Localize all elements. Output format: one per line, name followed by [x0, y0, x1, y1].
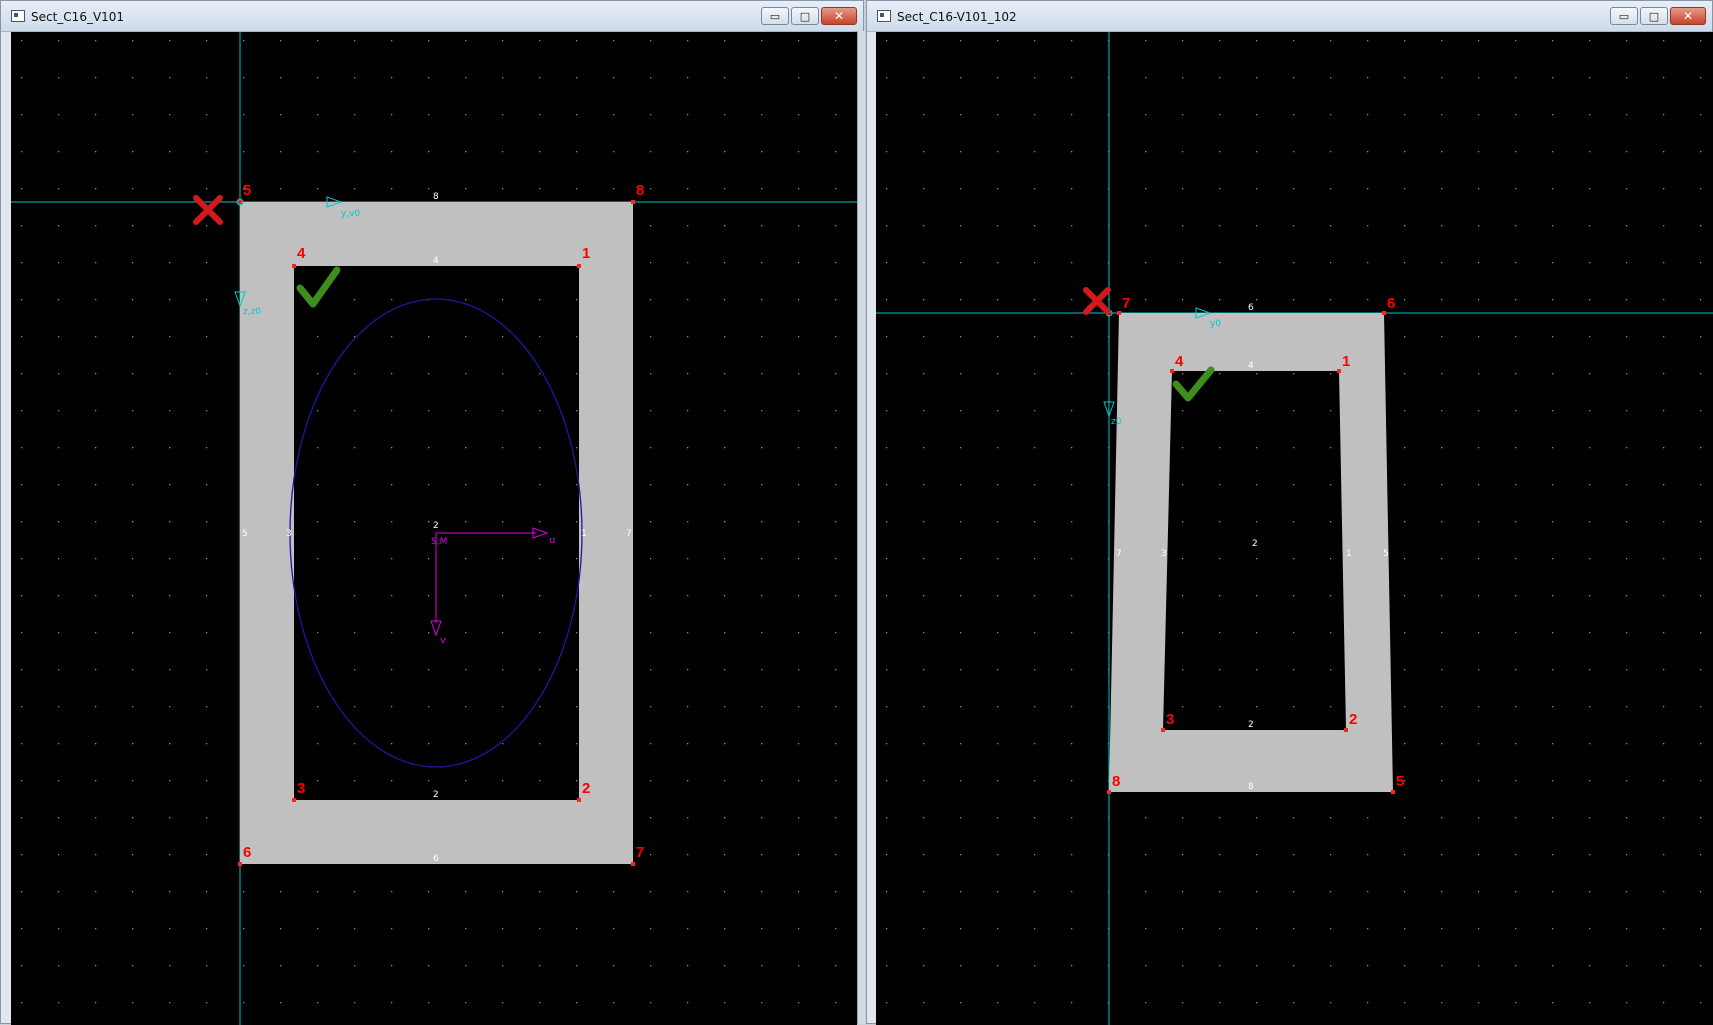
edge-label: 3 [286, 529, 292, 539]
edge-label: 4 [433, 256, 439, 266]
edge-label: 7 [626, 529, 632, 539]
node-label: 8 [1112, 773, 1120, 790]
node-label: 6 [1387, 295, 1395, 312]
drawing-canvas[interactable]: y,v0 z,z0 u v S,M 2 5 8 7 6 4 1 2 3 8 4 … [11, 32, 857, 1025]
node-label: 1 [582, 245, 590, 262]
window-splitter[interactable] [857, 31, 865, 1024]
centroid-label: 2 [1252, 539, 1258, 549]
window-title: Sect_C16_V101 [31, 10, 125, 24]
close-button[interactable]: ✕ [821, 7, 857, 25]
section-window-right[interactable]: Sect_C16-V101_102 ▭ □ ✕ y0 z0 2 7 6 5 8 … [866, 0, 1713, 1025]
grid-dots [876, 32, 1713, 1025]
maximize-button[interactable]: □ [791, 7, 819, 25]
edge-label: 2 [433, 790, 439, 800]
edge-label: 2 [1248, 720, 1254, 730]
node-label: 7 [636, 844, 644, 861]
app-icon [11, 10, 25, 22]
node-label: 3 [297, 780, 305, 797]
edge-label: 4 [1248, 361, 1254, 371]
maximize-button[interactable]: □ [1640, 7, 1668, 25]
v-axis-label: v [440, 635, 446, 646]
minimize-button[interactable]: ▭ [761, 7, 789, 25]
maximize-icon: □ [1648, 10, 1660, 23]
shear-center-label: S,M [431, 537, 447, 547]
edge-label: 1 [581, 529, 587, 539]
z-axis-label: z0 [1111, 417, 1122, 427]
edge-label: 6 [433, 854, 439, 864]
minimize-icon: ▭ [1618, 10, 1630, 23]
edge-label: 8 [433, 192, 439, 202]
node-label: 2 [1349, 711, 1357, 728]
app-icon [877, 10, 891, 22]
title-bar[interactable]: Sect_C16-V101_102 ▭ □ ✕ [867, 1, 1712, 32]
window-title: Sect_C16-V101_102 [897, 10, 1017, 24]
edge-label: 7 [1116, 549, 1122, 559]
section-window-left[interactable]: Sect_C16_V101 ▭ □ ✕ y,v0 z,z0 u v S,M 2 … [0, 0, 864, 1025]
node-label: 4 [1175, 353, 1184, 370]
edge-label: 5 [1383, 549, 1389, 559]
node-label: 5 [243, 182, 251, 199]
node-label: 6 [243, 844, 251, 861]
minimize-button[interactable]: ▭ [1610, 7, 1638, 25]
u-axis-label: u [549, 535, 555, 546]
close-icon: ✕ [1682, 9, 1694, 23]
y-axis-label: y,v0 [341, 209, 361, 219]
drawing-canvas[interactable]: y0 z0 2 7 6 5 8 4 1 2 3 6 4 7 3 1 5 2 8 [876, 32, 1713, 1025]
node-label: 3 [1166, 711, 1174, 728]
edge-label: 6 [1248, 303, 1254, 313]
edge-label: 5 [242, 529, 248, 539]
node-label: 7 [1122, 295, 1130, 312]
node-label: 1 [1342, 353, 1350, 370]
edge-label: 8 [1248, 782, 1254, 792]
minimize-icon: ▭ [769, 10, 781, 23]
centroid-label: 2 [433, 521, 439, 531]
node-label: 2 [582, 780, 590, 797]
edge-label: 3 [1161, 549, 1167, 559]
close-icon: ✕ [833, 9, 845, 23]
maximize-icon: □ [799, 10, 811, 23]
node-label: 4 [297, 245, 306, 262]
y-axis-label: y0 [1210, 319, 1221, 329]
close-button[interactable]: ✕ [1670, 7, 1706, 25]
edge-label: 1 [1346, 549, 1352, 559]
node-label: 8 [636, 182, 644, 199]
title-bar[interactable]: Sect_C16_V101 ▭ □ ✕ [1, 1, 863, 32]
z-axis-label: z,z0 [243, 307, 261, 317]
node-label: 5 [1396, 773, 1404, 790]
